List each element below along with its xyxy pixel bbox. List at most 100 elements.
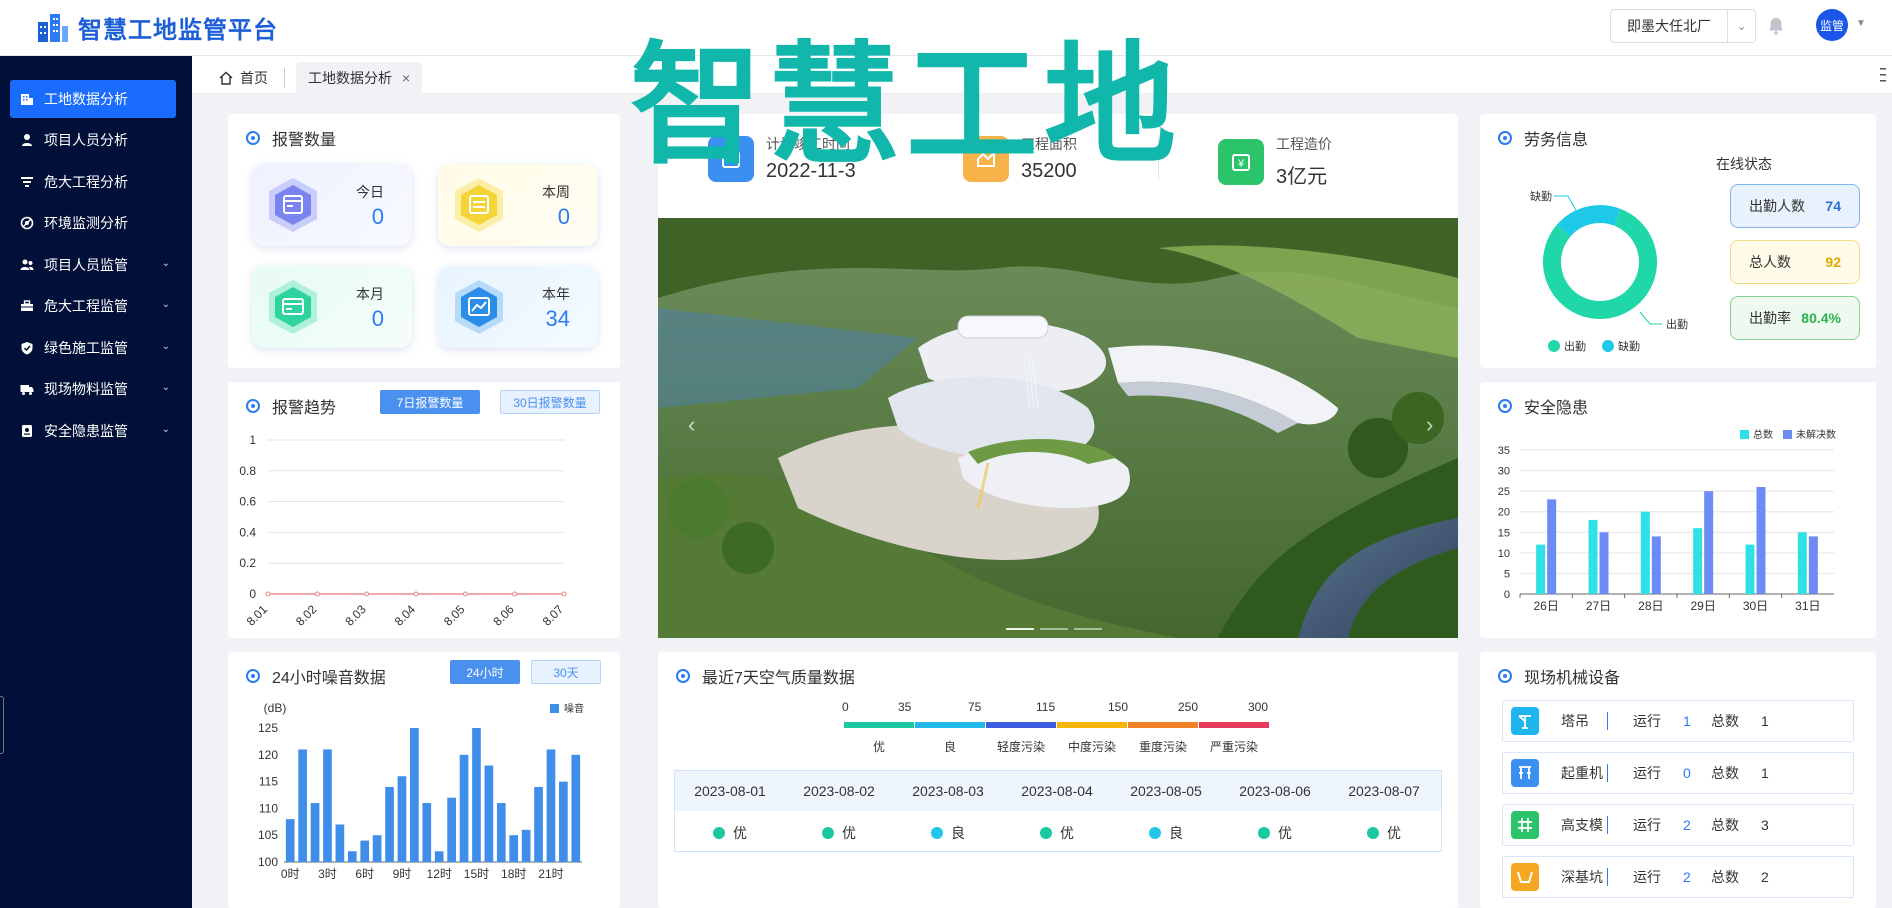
- legend-swatch-unsolved: [1783, 430, 1792, 439]
- sidebar-item-label: 绿色施工监管: [44, 340, 128, 356]
- x-tick-label: 30日: [1743, 599, 1768, 613]
- machine-row-tower-crane[interactable]: 塔吊 运行 1 总数 1: [1502, 700, 1854, 742]
- tab-site-data-analysis[interactable]: 工地数据分析 ×: [296, 62, 423, 94]
- alarm-today-box[interactable]: 今日 0: [252, 164, 412, 246]
- sidebar-item-hazard-supervision[interactable]: 危大工程监管 ⌄: [10, 287, 176, 325]
- x-tick-label: 8.05: [441, 602, 468, 629]
- machine-name: 起重机: [1561, 765, 1603, 781]
- noise-bar: [434, 851, 444, 862]
- machine-run-value: 2: [1683, 817, 1691, 833]
- aq-scale-number: 150: [1108, 700, 1129, 714]
- chevron-down-icon[interactable]: ⌄: [1727, 10, 1755, 42]
- alarm-year-box[interactable]: 本年 34: [438, 266, 598, 348]
- tab-divider: [284, 68, 285, 88]
- machine-divider: [1607, 816, 1608, 834]
- close-icon[interactable]: ×: [402, 70, 410, 86]
- machine-run-label: 运行: [1633, 765, 1661, 781]
- sensor-icon: [20, 216, 34, 230]
- logo-icon: [38, 13, 68, 42]
- home-icon: [219, 71, 233, 85]
- noise-bar: [546, 749, 556, 862]
- pill-attendance-rate: 出勤率 80.4%: [1730, 296, 1860, 340]
- noise-bar: [372, 835, 382, 862]
- aq-level-text: 优: [842, 825, 856, 841]
- project-carousel[interactable]: ‹ ›: [658, 218, 1458, 638]
- project-select[interactable]: 即墨大任北厂 ⌄: [1610, 9, 1756, 43]
- x-tick-label: 8.07: [540, 602, 567, 629]
- sidebar-item-material-supervision[interactable]: 现场物料监管 ⌄: [10, 370, 176, 408]
- aq-level-cell: 良: [1111, 823, 1221, 843]
- y-tick-label: 5: [1504, 568, 1510, 580]
- y-tick-label: 10: [1498, 548, 1510, 560]
- carousel-next-icon: ›: [1426, 412, 1433, 437]
- project-overview-card: 计划竣工时间 2022-11-3 工程面积 35200 ¥ 工程造价 3亿元 ‹…: [658, 114, 1458, 638]
- app-logo[interactable]: 智慧工地监管平台: [36, 10, 278, 45]
- donut-slice-absent: [1556, 205, 1621, 237]
- sidebar-item-env-analysis[interactable]: 环境监测分析: [10, 204, 176, 242]
- safety-icon: [20, 424, 34, 438]
- y-tick-label: 110: [259, 801, 278, 815]
- trend-point: [265, 591, 271, 597]
- aq-scale-number: 35: [898, 700, 912, 714]
- sidebar-item-site-data-analysis[interactable]: 工地数据分析: [10, 80, 176, 118]
- sidebar-item-green-supervision[interactable]: 绿色施工监管 ⌄: [10, 329, 176, 367]
- sidebar-collapse-handle[interactable]: [0, 696, 4, 754]
- machine-row-pit[interactable]: 深基坑 运行 2 总数 2: [1502, 856, 1854, 898]
- sidebar-item-safety-supervision[interactable]: 安全隐患监管 ⌄: [10, 412, 176, 450]
- noise-bar: [534, 786, 543, 862]
- machine-divider: [1607, 868, 1608, 886]
- machine-total-label: 总数: [1711, 817, 1739, 833]
- noise-bar: [472, 728, 481, 862]
- safety-card: 安全隐患 总数 未解决数 0 5 10 15 20 25 30 35 26日 27日 28日 29日 30日…: [1480, 382, 1876, 638]
- aq-date: 2023-08-04: [1021, 783, 1093, 799]
- noise-bar: [509, 835, 519, 862]
- aq-level-cell: 优: [1220, 823, 1330, 843]
- aq-level-bar-severe: [1199, 722, 1269, 728]
- alarm-year-value: 34: [545, 306, 570, 331]
- avatar[interactable]: 监管: [1816, 9, 1848, 41]
- sidebar-item-label: 现场物料监管: [44, 381, 128, 397]
- aq-level-cell: 优: [1329, 823, 1439, 843]
- sidebar-item-personnel-analysis[interactable]: 项目人员分析: [10, 121, 176, 159]
- money-icon: ¥: [1218, 138, 1264, 185]
- aq-level-text: 优: [1387, 825, 1401, 841]
- trend-point: [364, 591, 370, 597]
- x-tick-label: 8.03: [342, 602, 369, 629]
- machine-total-label: 总数: [1711, 765, 1739, 781]
- alarm-month-value: 0: [371, 306, 384, 331]
- more-icon[interactable]: [1878, 66, 1888, 84]
- noise-bar: [410, 728, 419, 862]
- legend-label-unsolved: 未解决数: [1796, 428, 1836, 441]
- status-dot: [1149, 827, 1161, 839]
- x-tick-label: 8.02: [293, 602, 320, 629]
- donut-leader-present: [1639, 311, 1662, 325]
- noise-card: 24小时噪音数据 24小时 30天 (dB) 噪音 100 105 110 115 120 1…: [228, 652, 620, 908]
- alarm-week-box[interactable]: 本周 0: [438, 164, 598, 246]
- status-dot: [931, 827, 943, 839]
- attendance-donut-chart: 缺勤出勤出勤 缺勤: [1530, 189, 1688, 353]
- alarm-month-box[interactable]: 本月 0: [252, 266, 412, 348]
- machine-row-crane[interactable]: 起重机 运行 0 总数 1: [1502, 752, 1854, 794]
- x-tick-label: 29日: [1690, 599, 1715, 613]
- pill-label: 出勤人数: [1749, 198, 1805, 214]
- sidebar-item-personnel-supervision[interactable]: 项目人员监管 ⌄: [10, 246, 176, 284]
- machine-row-formwork[interactable]: 高支模 运行 2 总数 3: [1502, 804, 1854, 846]
- sidebar-item-label: 项目人员监管: [44, 257, 128, 273]
- bell-icon[interactable]: [1766, 16, 1786, 36]
- caret-down-icon[interactable]: ▼: [1856, 18, 1866, 29]
- y-tick-label: 1: [249, 433, 256, 447]
- sidebar-item-hazard-analysis[interactable]: 危大工程分析: [10, 163, 176, 201]
- aq-level-cell: 优: [784, 823, 894, 843]
- aq-scale-number: 250: [1178, 700, 1199, 714]
- tab-home[interactable]: 首页: [206, 62, 280, 94]
- x-tick-label: 27日: [1586, 599, 1611, 613]
- y-axis-unit: (dB): [264, 701, 287, 715]
- alarm-week-value: 0: [557, 204, 570, 229]
- machine-name: 高支模: [1561, 817, 1603, 833]
- trend-point: [413, 591, 419, 597]
- aq-level-bar-good: [915, 722, 985, 728]
- chevron-down-icon: ⌄: [161, 341, 170, 352]
- aq-level-label: 轻度污染: [996, 740, 1045, 754]
- alarm-year-label: 本年: [542, 286, 570, 302]
- y-tick-label: 0: [1504, 589, 1510, 601]
